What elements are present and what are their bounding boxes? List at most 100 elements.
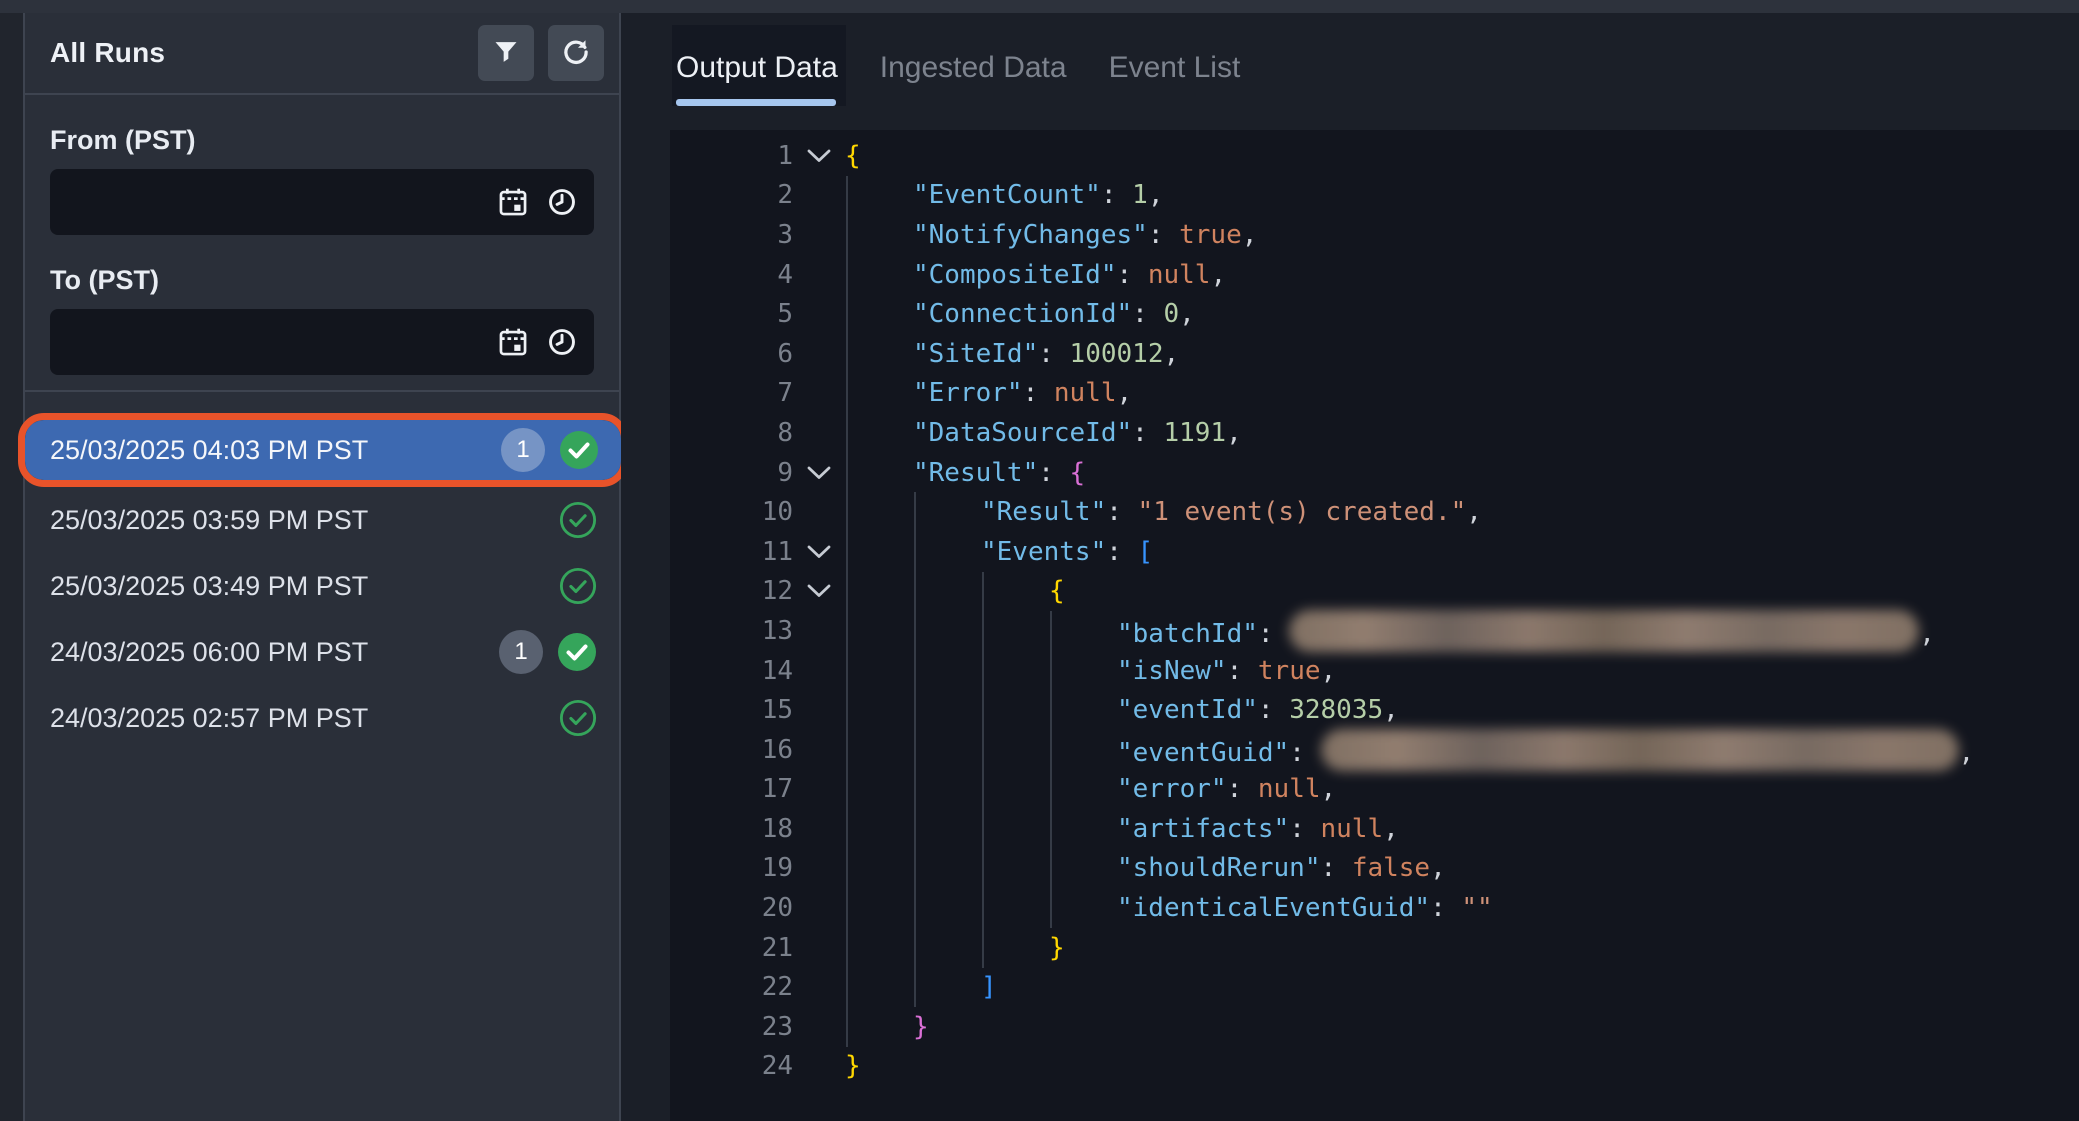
to-datetime-input[interactable] [50, 309, 594, 375]
run-timestamp: 25/03/2025 03:49 PM PST [50, 571, 559, 602]
date-filters-section: From (PST) To (PST) [25, 95, 619, 392]
line-number: 3 [670, 220, 793, 250]
window-top-strip [0, 0, 2079, 13]
success-check-filled-icon [557, 632, 597, 672]
calendar-icon[interactable] [496, 325, 530, 359]
code-line: 15"eventId": 328035, [670, 690, 2079, 730]
run-timestamp: 25/03/2025 04:03 PM PST [50, 435, 501, 466]
code-line: 1{ [670, 136, 2079, 176]
run-list-item[interactable]: 24/03/2025 06:00 PM PST1 [25, 619, 619, 685]
run-timestamp: 24/03/2025 06:00 PM PST [50, 637, 499, 668]
chevron-down-icon [807, 583, 831, 599]
code-line: 18"artifacts": null, [670, 809, 2079, 849]
code-line: 14"isNew": true, [670, 651, 2079, 691]
indent-guide [982, 572, 984, 968]
line-number: 15 [670, 695, 793, 725]
indent-guide [1050, 611, 1052, 928]
line-number: 5 [670, 299, 793, 329]
run-list-item[interactable]: 25/03/2025 03:49 PM PST [25, 553, 619, 619]
code-line: 5"ConnectionId": 0, [670, 294, 2079, 334]
line-number: 18 [670, 814, 793, 844]
tab-bar: Output Data Ingested Data Event List [672, 25, 1248, 106]
to-label: To (PST) [50, 265, 594, 296]
fold-chevron[interactable] [793, 465, 845, 481]
line-number: 6 [670, 339, 793, 369]
event-count-badge: 1 [501, 428, 545, 472]
code-line: 19"shouldRerun": false, [670, 849, 2079, 889]
run-timestamp: 24/03/2025 02:57 PM PST [50, 703, 559, 734]
funnel-icon [492, 38, 520, 69]
calendar-icon[interactable] [496, 185, 530, 219]
line-number: 20 [670, 893, 793, 923]
panel-title: All Runs [50, 37, 464, 69]
main-area: Output Data Ingested Data Event List 1{2"E… [621, 13, 2079, 1121]
code-line: 9"Result": { [670, 453, 2079, 493]
from-label: From (PST) [50, 125, 594, 156]
from-datetime-input[interactable] [50, 169, 594, 235]
line-number: 22 [670, 972, 793, 1002]
code-line: 7"Error": null, [670, 374, 2079, 414]
selection-highlight-ring: 25/03/2025 04:03 PM PST1 [18, 413, 628, 487]
success-check-outline-icon [559, 567, 597, 605]
line-number: 1 [670, 141, 793, 171]
code-line: 2"EventCount": 1, [670, 176, 2079, 216]
clock-icon[interactable] [546, 326, 578, 358]
refresh-icon [561, 37, 591, 70]
chevron-down-icon [807, 148, 831, 164]
line-number: 8 [670, 418, 793, 448]
line-number: 11 [670, 537, 793, 567]
all-runs-panel: All Runs From (PST) [23, 13, 621, 1121]
code-line: 12{ [670, 572, 2079, 612]
indent-guide [846, 176, 848, 1047]
code-line: 24} [670, 1047, 2079, 1087]
line-number: 10 [670, 497, 793, 527]
line-number: 4 [670, 260, 793, 290]
code-line: 23} [670, 1007, 2079, 1047]
run-timestamp: 25/03/2025 03:59 PM PST [50, 505, 559, 536]
code-line: 21} [670, 928, 2079, 968]
redacted-value [1289, 610, 1919, 652]
all-runs-header: All Runs [25, 13, 619, 95]
success-check-filled-icon [559, 430, 599, 470]
line-number: 13 [670, 616, 793, 646]
code-line: 8"DataSourceId": 1191, [670, 413, 2079, 453]
code-line: 10"Result": "1 event(s) created.", [670, 492, 2079, 532]
line-number: 19 [670, 853, 793, 883]
line-number: 21 [670, 933, 793, 963]
json-code-viewer[interactable]: 1{2"EventCount": 1,3"NotifyChanges": tru… [670, 130, 2079, 1121]
tab-output-data[interactable]: Output Data [672, 25, 846, 106]
clock-icon[interactable] [546, 186, 578, 218]
line-number: 16 [670, 735, 793, 765]
filter-button[interactable] [478, 25, 534, 81]
line-number: 7 [670, 378, 793, 408]
redacted-value [1321, 729, 1959, 771]
line-number: 24 [670, 1051, 793, 1081]
run-list-item[interactable]: 25/03/2025 04:03 PM PST1 [25, 420, 621, 480]
line-number: 9 [670, 458, 793, 488]
indent-guide [914, 492, 916, 1007]
line-number: 14 [670, 656, 793, 686]
success-check-outline-icon [559, 501, 597, 539]
code-line: 11"Events": [ [670, 532, 2079, 572]
line-number: 12 [670, 576, 793, 606]
run-list-item[interactable]: 24/03/2025 02:57 PM PST [25, 685, 619, 751]
code-line: 13"batchId": , [670, 611, 2079, 651]
code-line: 17"error": null, [670, 770, 2079, 810]
event-count-badge: 1 [499, 630, 543, 674]
tab-event-list[interactable]: Event List [1105, 25, 1249, 106]
left-rail [0, 13, 23, 1121]
code-line: 4"CompositeId": null, [670, 255, 2079, 295]
fold-chevron[interactable] [793, 544, 845, 560]
run-list: 25/03/2025 04:03 PM PST125/03/2025 03:59… [25, 392, 619, 751]
code-line: 6"SiteId": 100012, [670, 334, 2079, 374]
code-line: 16"eventGuid": , [670, 730, 2079, 770]
fold-chevron[interactable] [793, 583, 845, 599]
tab-ingested-data[interactable]: Ingested Data [876, 25, 1075, 106]
run-list-item[interactable]: 25/03/2025 03:59 PM PST [25, 487, 619, 553]
code-line: 3"NotifyChanges": true, [670, 215, 2079, 255]
refresh-button[interactable] [548, 25, 604, 81]
code-line: 20"identicalEventGuid": "" [670, 888, 2079, 928]
fold-chevron[interactable] [793, 148, 845, 164]
success-check-outline-icon [559, 699, 597, 737]
chevron-down-icon [807, 544, 831, 560]
